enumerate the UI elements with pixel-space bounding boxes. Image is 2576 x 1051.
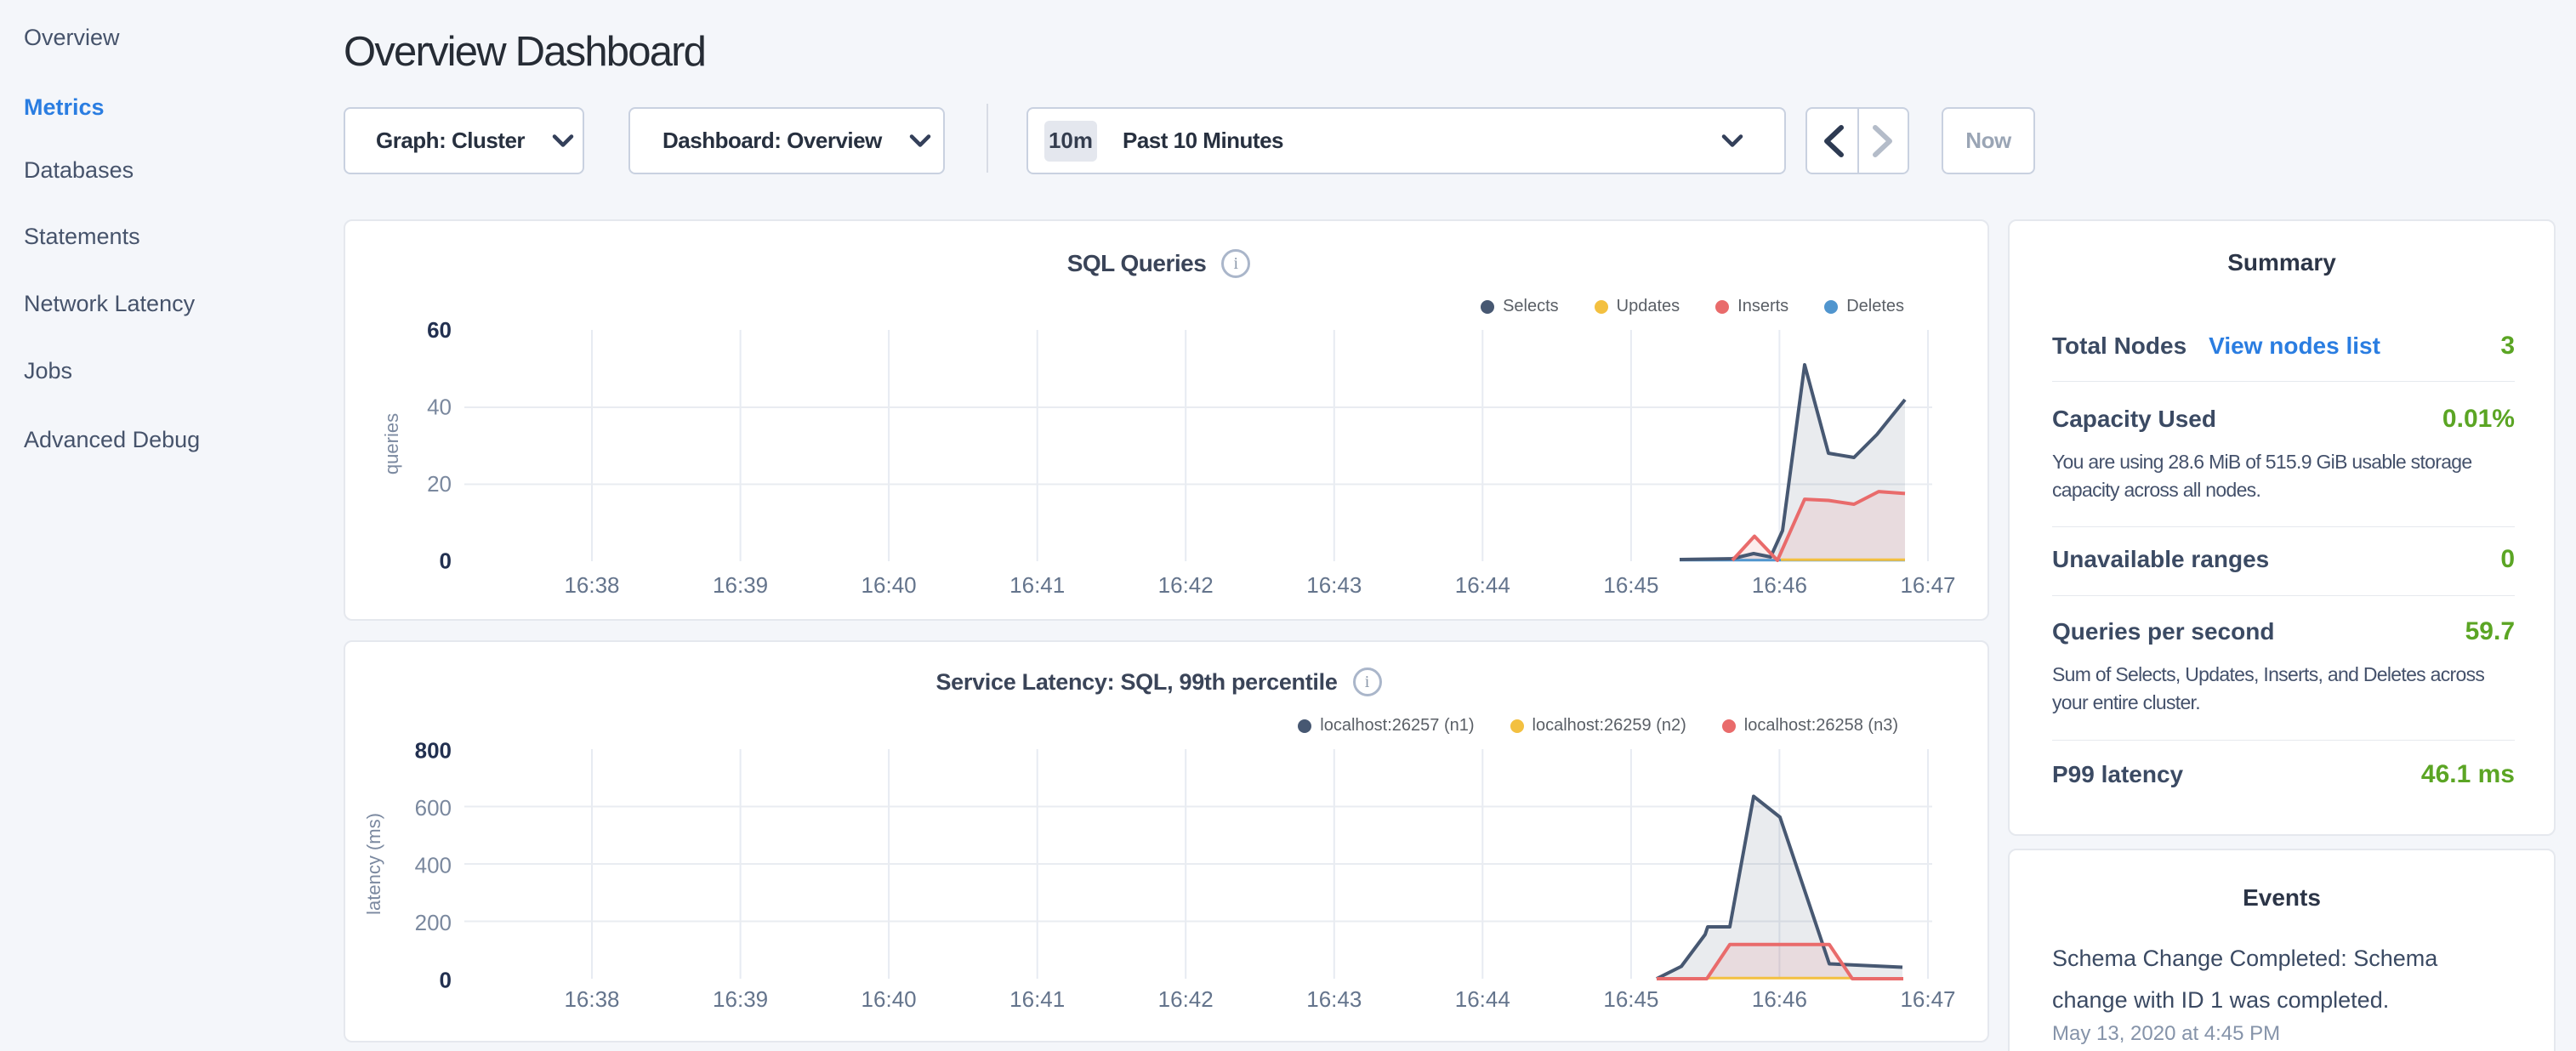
svg-text:16:45: 16:45 <box>1603 986 1658 1012</box>
svg-text:16:39: 16:39 <box>713 572 768 598</box>
svg-text:40: 40 <box>427 395 452 420</box>
svg-text:16:45: 16:45 <box>1603 572 1658 598</box>
svg-text:16:38: 16:38 <box>564 986 619 1012</box>
svg-text:16:44: 16:44 <box>1455 986 1510 1012</box>
svg-text:20: 20 <box>427 471 452 497</box>
svg-text:16:43: 16:43 <box>1306 572 1362 598</box>
svg-text:16:47: 16:47 <box>1900 572 1955 598</box>
svg-text:16:39: 16:39 <box>713 986 768 1012</box>
svg-text:16:46: 16:46 <box>1752 572 1807 598</box>
svg-text:16:41: 16:41 <box>1009 572 1065 598</box>
svg-text:0: 0 <box>440 968 452 993</box>
svg-text:0: 0 <box>440 548 452 574</box>
svg-text:16:43: 16:43 <box>1306 986 1362 1012</box>
svg-text:queries: queries <box>381 413 402 474</box>
svg-text:16:41: 16:41 <box>1009 986 1065 1012</box>
svg-text:16:40: 16:40 <box>862 572 917 598</box>
svg-text:16:44: 16:44 <box>1455 572 1510 598</box>
svg-text:600: 600 <box>415 795 452 821</box>
svg-text:16:47: 16:47 <box>1900 986 1955 1012</box>
svg-text:200: 200 <box>415 910 452 935</box>
svg-text:16:38: 16:38 <box>564 572 619 598</box>
svg-text:16:42: 16:42 <box>1158 572 1214 598</box>
svg-text:16:40: 16:40 <box>862 986 917 1012</box>
svg-text:60: 60 <box>427 317 452 343</box>
svg-text:400: 400 <box>415 853 452 878</box>
svg-text:latency (ms): latency (ms) <box>363 813 384 915</box>
svg-text:16:42: 16:42 <box>1158 986 1214 1012</box>
svg-text:16:46: 16:46 <box>1752 986 1807 1012</box>
svg-text:800: 800 <box>415 738 452 764</box>
